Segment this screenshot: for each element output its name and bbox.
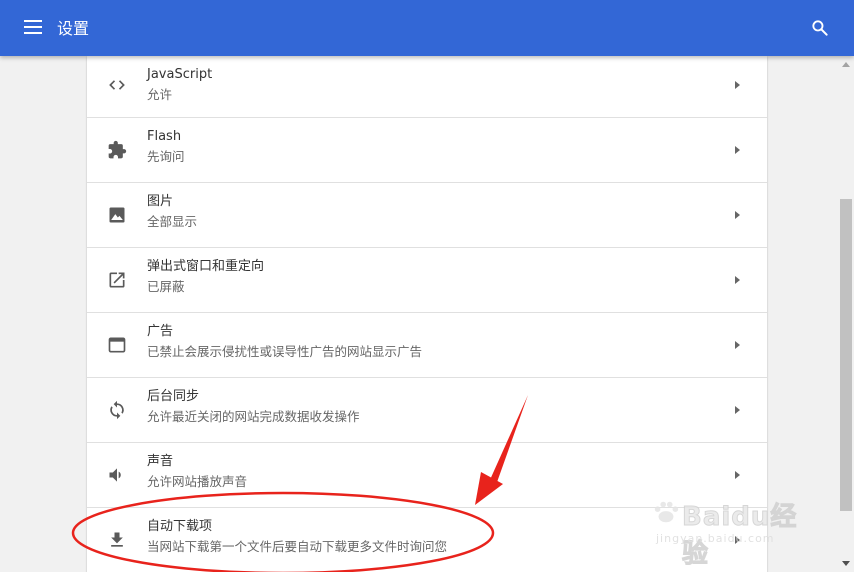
chevron-right-icon — [735, 81, 740, 89]
menu-icon[interactable] — [24, 20, 42, 34]
chevron-right-icon — [735, 341, 740, 349]
setting-row-javascript[interactable]: JavaScript 允许 — [87, 56, 767, 118]
setting-title: 后台同步 — [147, 389, 200, 404]
page-title: 设置 — [57, 19, 90, 38]
chevron-right-icon — [735, 211, 740, 219]
chevron-right-icon — [735, 406, 740, 414]
setting-subtitle: 允许最近关闭的网站完成数据收发操作 — [147, 409, 360, 424]
volume-icon — [109, 468, 121, 482]
puzzle-icon — [108, 140, 127, 159]
chevron-right-icon — [735, 146, 740, 154]
setting-row-background-sync[interactable]: 后台同步 允许最近关闭的网站完成数据收发操作 — [87, 378, 767, 443]
image-icon — [109, 207, 125, 223]
setting-title: 图片 — [147, 194, 174, 209]
setting-row-ads[interactable]: 广告 已禁止会展示侵扰性或误导性广告的网站显示广告 — [87, 313, 767, 378]
setting-subtitle: 允许网站播放声音 — [147, 474, 248, 489]
setting-row-popups[interactable]: 弹出式窗口和重定向 已屏蔽 — [87, 248, 767, 313]
search-icon[interactable] — [810, 18, 830, 38]
paw-logo-icon — [654, 501, 679, 523]
web-asset-icon — [108, 337, 126, 353]
setting-subtitle: 允许 — [147, 87, 173, 102]
setting-row-images[interactable]: 图片 全部显示 — [87, 183, 767, 248]
chevron-right-icon — [735, 471, 740, 479]
setting-title: 广告 — [147, 324, 174, 339]
setting-subtitle: 已禁止会展示侵扰性或误导性广告的网站显示广告 — [147, 344, 423, 359]
app-header: 设置 — [0, 0, 854, 56]
scroll-down-arrow-icon[interactable] — [842, 561, 850, 566]
setting-subtitle: 先询问 — [147, 149, 185, 164]
chevron-right-icon — [735, 276, 740, 284]
setting-title: 弹出式窗口和重定向 — [147, 259, 265, 274]
setting-title: 自动下载项 — [147, 519, 213, 534]
code-icon — [109, 80, 125, 90]
setting-title: Flash — [147, 129, 182, 144]
setting-subtitle: 当网站下载第一个文件后要自动下载更多文件时询问您 — [147, 539, 448, 554]
scroll-up-arrow-icon[interactable] — [842, 62, 850, 67]
open-in-new-icon — [109, 272, 125, 288]
baidu-watermark: Baidu经验 jingyan.baidu.com — [652, 490, 812, 570]
sync-icon — [110, 400, 124, 420]
vertical-scrollbar[interactable] — [838, 56, 854, 572]
setting-title: 声音 — [147, 454, 174, 469]
scroll-thumb[interactable] — [840, 199, 852, 511]
watermark-url: jingyan.baidu.com — [656, 532, 775, 545]
setting-subtitle: 已屏蔽 — [147, 279, 185, 294]
download-icon — [111, 532, 123, 547]
setting-subtitle: 全部显示 — [147, 214, 198, 229]
setting-row-flash[interactable]: Flash 先询问 — [87, 118, 767, 183]
setting-title: JavaScript — [147, 67, 213, 82]
